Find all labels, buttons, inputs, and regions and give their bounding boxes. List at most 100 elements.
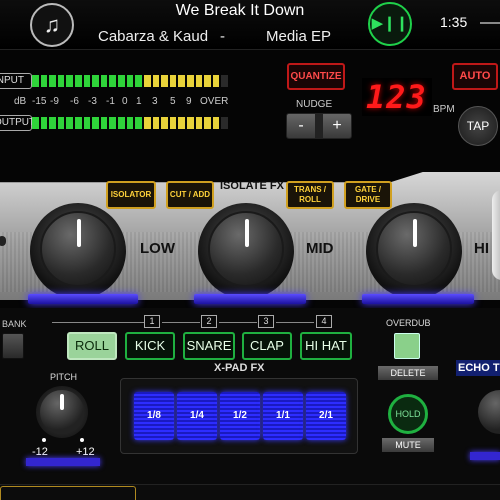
xpad-1-8[interactable]: 1/8: [134, 392, 174, 440]
quantize-button[interactable]: QUANTIZE: [287, 63, 345, 90]
low-knob-glow: [28, 294, 138, 304]
meter-scale-label: -6: [70, 96, 79, 107]
gate-drive-button[interactable]: GATE / DRIVE: [344, 181, 392, 209]
isolate-fx-title: ISOLATE FX: [220, 180, 284, 192]
mid-knob-cap[interactable]: [208, 211, 284, 287]
track-artist: Cabarza & Kaud: [98, 28, 209, 45]
auto-button[interactable]: AUTO: [452, 63, 498, 90]
pad-hi-hat[interactable]: HI HAT: [300, 332, 352, 360]
time-progress-bar: [480, 22, 500, 24]
meter-scale-label: -15: [32, 96, 47, 107]
meter-scale-label: 1: [136, 96, 142, 107]
pitch-label: PITCH: [50, 372, 77, 382]
xpad-1-2[interactable]: 1/2: [220, 392, 260, 440]
now-playing-bar: ♫ We Break It Down Cabarza & Kaud - Medi…: [0, 0, 500, 50]
meter-scale-label: -3: [88, 96, 97, 107]
hi-knob-cap[interactable]: [376, 211, 452, 287]
isolator-button[interactable]: ISOLATOR: [106, 181, 156, 209]
meter-segment: [126, 75, 134, 87]
mute-button[interactable]: MUTE: [382, 438, 434, 452]
meter-segment: [57, 117, 65, 129]
pad-number-3: 3: [258, 315, 274, 328]
side-handle[interactable]: [492, 190, 500, 280]
track-time: 1:35: [440, 14, 468, 30]
output-level-meter: [32, 117, 229, 129]
nudge-plus-button[interactable]: +: [322, 113, 352, 139]
nudge-minus-button[interactable]: -: [286, 113, 316, 139]
meter-scale-label: 3: [152, 96, 158, 107]
xpad-2-1[interactable]: 2/1: [306, 392, 346, 440]
low-knob-cap[interactable]: [40, 211, 116, 287]
meter-scale-label: dB: [14, 96, 27, 107]
pad-clap[interactable]: CLAP: [242, 332, 292, 360]
meter-segment: [126, 117, 134, 129]
tap-button[interactable]: TAP: [458, 106, 498, 146]
low-label: LOW: [140, 240, 175, 257]
meter-segment: [135, 117, 142, 129]
meter-segment: [204, 117, 211, 129]
meter-segment: [178, 75, 185, 87]
meter-segment: [186, 75, 194, 87]
pad-snare[interactable]: SNARE: [183, 332, 235, 360]
meter-segment: [49, 117, 56, 129]
meter-scale-label: OVER: [200, 96, 229, 107]
pad-number-line: [276, 322, 314, 323]
bpm-value: 123: [366, 78, 427, 116]
pad-number-2: 2: [201, 315, 217, 328]
meter-segment: [135, 75, 142, 87]
bank-button[interactable]: [2, 333, 24, 359]
meter-segment: [195, 117, 203, 129]
meter-segment: [143, 75, 151, 87]
meter-segment: [221, 75, 229, 87]
hi-label: HI: [474, 240, 489, 257]
input-label: INPUT: [0, 73, 32, 89]
pad-number-1: 1: [144, 315, 160, 328]
meter-segment: [75, 117, 82, 129]
hi-knob[interactable]: [366, 203, 462, 299]
meter-segment: [32, 117, 39, 129]
track-album: Media EP: [266, 28, 332, 45]
meter-segment: [49, 75, 56, 87]
meter-segment: [152, 117, 160, 129]
xpad-1-4[interactable]: 1/4: [177, 392, 217, 440]
meter-segment: [186, 117, 194, 129]
meter-segment: [204, 75, 211, 87]
meter-segment: [92, 75, 99, 87]
pad-number-4: 4: [316, 315, 332, 328]
low-knob[interactable]: [30, 203, 126, 299]
xpad-fx-title: X-PAD FX: [214, 362, 265, 374]
meter-segment: [178, 117, 185, 129]
meter-segment: [66, 117, 74, 129]
meter-segment: [40, 75, 48, 87]
meter-scale-label: -1: [106, 96, 115, 107]
meter-segment: [100, 75, 108, 87]
meter-segment: [212, 117, 220, 129]
meter-scale-label: 9: [186, 96, 192, 107]
meter-segment: [83, 117, 91, 129]
pitch-knob-cap[interactable]: [40, 390, 84, 434]
pad-number-line: [52, 322, 144, 323]
pad-roll[interactable]: ROLL: [67, 332, 117, 360]
music-note-icon[interactable]: ♫: [30, 3, 74, 47]
deck-tab[interactable]: [0, 486, 136, 500]
pad-number-line: [219, 322, 257, 323]
trans-roll-button[interactable]: TRANS / ROLL: [286, 181, 334, 209]
dj-app: ♫ We Break It Down Cabarza & Kaud - Medi…: [0, 0, 500, 500]
xpad-1-1[interactable]: 1/1: [263, 392, 303, 440]
meter-scale-label: 0: [122, 96, 128, 107]
overdub-button[interactable]: [394, 333, 420, 359]
meter-segment: [57, 75, 65, 87]
pitch-knob[interactable]: [36, 386, 88, 438]
delete-button[interactable]: DELETE: [378, 366, 438, 380]
mid-label: MID: [306, 240, 334, 257]
mid-knob[interactable]: [198, 203, 294, 299]
pitch-min-label: -12: [32, 446, 48, 458]
echo-label: ECHO T: [456, 360, 500, 376]
play-pause-icon[interactable]: ▶❙❙: [368, 2, 412, 46]
pitch-glow: [26, 458, 100, 466]
pad-kick[interactable]: KICK: [125, 332, 175, 360]
hold-button[interactable]: HOLD: [388, 394, 428, 434]
cut-add-button[interactable]: CUT / ADD: [166, 181, 214, 209]
meter-segment: [169, 117, 177, 129]
input-level-meter: [32, 75, 229, 87]
